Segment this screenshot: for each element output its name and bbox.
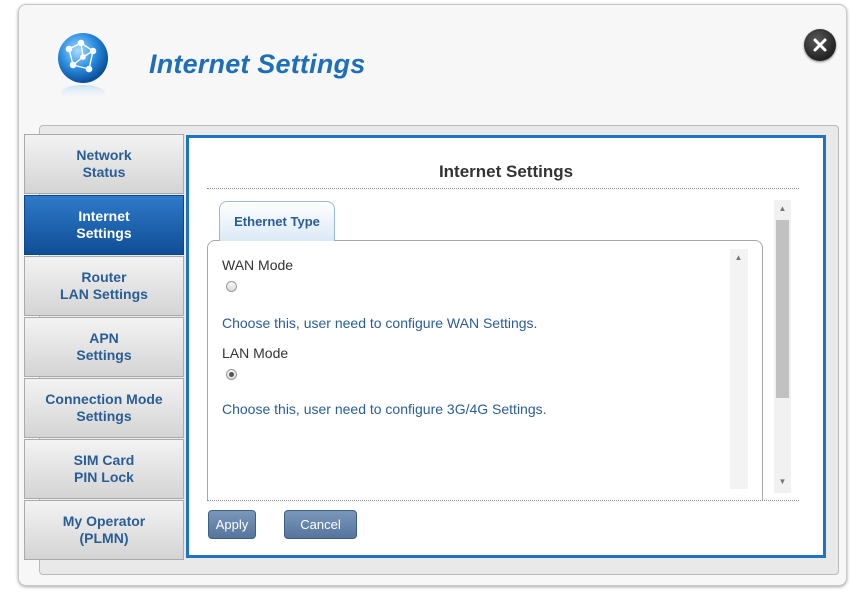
title-divider [207, 188, 799, 189]
outer-scrollbar[interactable]: ▲ ▼ [774, 200, 791, 493]
outer-scroll-up-icon[interactable]: ▲ [774, 202, 791, 216]
content-panel: Internet Settings Ethernet Type WAN Mode… [186, 135, 826, 558]
lan-mode-label: LAN Mode [222, 345, 289, 361]
apply-button[interactable]: Apply [208, 510, 256, 539]
wan-mode-label: WAN Mode [222, 257, 294, 273]
sidebar-item-network-status[interactable]: Network Status [24, 134, 184, 194]
dialog-header: Internet Settings [19, 5, 846, 123]
ethernet-type-panel: WAN Mode Choose this, user need to confi… [207, 240, 763, 500]
globe-icon [58, 33, 108, 101]
inner-scrollbar[interactable]: ▲ [730, 249, 748, 489]
cancel-button[interactable]: Cancel [284, 510, 357, 539]
dialog-title: Internet Settings [149, 49, 366, 79]
tab-ethernet-type[interactable]: Ethernet Type [219, 201, 335, 241]
sidebar-item-internet-settings[interactable]: Internet Settings [24, 195, 184, 255]
lan-mode-hint: Choose this, user need to configure 3G/4… [222, 401, 547, 417]
sidebar-item-router-lan-settings[interactable]: Router LAN Settings [24, 256, 184, 316]
sidebar-item-apn-settings[interactable]: APN Settings [24, 317, 184, 377]
wan-mode-hint: Choose this, user need to configure WAN … [222, 315, 538, 331]
outer-scroll-down-icon[interactable]: ▼ [774, 475, 791, 489]
close-button[interactable] [804, 29, 836, 61]
footer-divider [207, 500, 799, 501]
wan-mode-radio[interactable] [226, 281, 237, 292]
sidebar-item-sim-card-pin-lock[interactable]: SIM Card PIN Lock [24, 439, 184, 499]
outer-scrollbar-thumb[interactable] [776, 220, 789, 398]
sidebar-item-my-operator[interactable]: My Operator (PLMN) [24, 500, 184, 560]
sidebar: Network Status Internet Settings Router … [24, 134, 184, 560]
content-title: Internet Settings [438, 162, 574, 181]
close-icon [813, 38, 827, 52]
sidebar-item-connection-mode-settings[interactable]: Connection Mode Settings [24, 378, 184, 438]
lan-mode-radio[interactable] [226, 369, 237, 380]
inner-scroll-up-icon[interactable]: ▲ [730, 251, 747, 265]
